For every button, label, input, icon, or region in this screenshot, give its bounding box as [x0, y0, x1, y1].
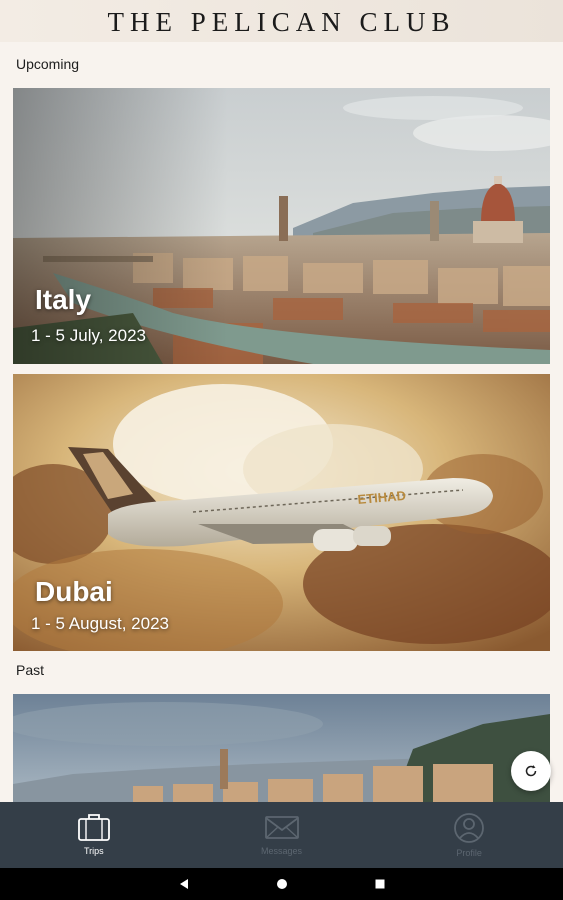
trip-destination: Italy	[35, 284, 92, 315]
bottom-navigation: Trips Messages Profile	[0, 802, 563, 868]
nav-label-messages: Messages	[260, 846, 303, 856]
nav-label-profile: Profile	[456, 848, 482, 858]
app-logo-title: THE PELICAN CLUB	[107, 6, 456, 37]
etihad-airplane-photo: ETIHAD	[13, 374, 550, 651]
florence-skyline-photo	[13, 88, 550, 364]
system-navigation-bar	[0, 868, 563, 900]
trip-destination: Dubai	[35, 576, 113, 607]
upcoming-section-label: Upcoming	[16, 56, 80, 72]
past-section-label: Past	[16, 662, 45, 678]
nav-item-profile[interactable]: Profile	[375, 802, 563, 868]
coastal-hill-town-photo	[13, 694, 550, 802]
refresh-button[interactable]	[511, 751, 551, 791]
back-triangle-icon	[179, 879, 188, 889]
refresh-icon	[525, 765, 537, 777]
trip-dates: 1 - 5 August, 2023	[31, 614, 169, 633]
app-screen: THE PELICAN CLUB Upcoming Italy 1 - 5 Ju…	[0, 0, 563, 900]
nav-item-messages[interactable]: Messages	[188, 802, 376, 868]
trip-card-past[interactable]	[13, 694, 550, 802]
nav-label-trips: Trips	[84, 846, 104, 856]
trip-dates: 1 - 5 July, 2023	[31, 326, 146, 345]
user-icon	[454, 813, 485, 843]
trip-card-dubai[interactable]: ETIHAD Dubai 1 - 5 August, 2023	[13, 374, 550, 651]
trip-card-italy[interactable]: Italy 1 - 5 July, 2023	[13, 88, 550, 364]
system-back-button[interactable]	[174, 874, 194, 894]
nav-item-trips[interactable]: Trips	[0, 802, 188, 868]
suitcase-icon	[77, 814, 110, 841]
recents-square-icon	[375, 879, 384, 889]
system-recents-button[interactable]	[370, 874, 390, 894]
system-home-button[interactable]	[272, 874, 292, 894]
envelope-icon	[264, 816, 299, 839]
home-circle-icon	[276, 879, 287, 889]
app-header: THE PELICAN CLUB	[0, 0, 563, 42]
